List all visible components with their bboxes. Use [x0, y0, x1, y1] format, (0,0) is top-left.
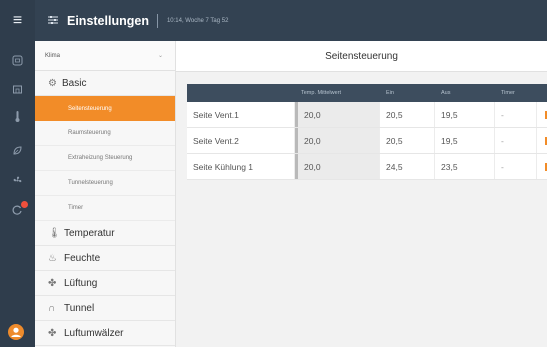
group-basic-label: Basic — [62, 77, 87, 89]
house-icon[interactable] — [0, 78, 35, 98]
table-row[interactable]: Seite Vent.1 20,0 20,5 19,5 - — [187, 102, 547, 128]
timer-cell[interactable]: - — [495, 102, 537, 127]
row-edge — [537, 102, 547, 127]
table-row[interactable]: Seite Kühlung 1 20,0 24,5 23,5 - — [187, 154, 547, 180]
row-edge — [537, 128, 547, 153]
main-panel: Seitensteuerung Temp. Mittelwert Ein Aus… — [176, 41, 547, 347]
chevron-down-icon: ⌄ — [157, 53, 163, 59]
category-label: Tunnel — [64, 302, 95, 314]
category-lueftung[interactable]: ✤ Lüftung — [35, 271, 175, 296]
humidity-icon: ♨ — [48, 252, 57, 264]
off-value-cell[interactable]: 23,5 — [435, 154, 495, 179]
sidebar-item-seitensteuerung[interactable]: Seitensteuerung — [35, 96, 175, 121]
row-name: Seite Vent.1 — [187, 102, 295, 127]
panel-header: Seitensteuerung — [176, 41, 547, 72]
category-label: Luftumwälzer — [64, 327, 124, 339]
gear-icon: ⚙ — [48, 77, 57, 89]
sidebar-item-label: Raumsteuerung — [68, 130, 111, 136]
timer-cell[interactable]: - — [495, 128, 537, 153]
row-edge — [537, 154, 547, 179]
timer-cell[interactable]: - — [495, 154, 537, 179]
alarm-badge — [21, 201, 28, 208]
category-feuchte[interactable]: ♨ Feuchte — [35, 246, 175, 271]
row-name: Seite Kühlung 1 — [187, 154, 295, 179]
thermometer-icon[interactable] — [0, 106, 35, 126]
category-label: Lüftung — [64, 277, 98, 289]
category-luftumwaelzer[interactable]: ✤ Luftumwälzer — [35, 321, 175, 346]
hamburger-menu-icon[interactable]: ≡ — [0, 0, 35, 41]
section-select[interactable]: Klima ⌄ — [35, 41, 175, 71]
off-value-cell[interactable]: 19,5 — [435, 128, 495, 153]
row-name: Seite Vent.2 — [187, 128, 295, 153]
column-header-off: Aus — [441, 90, 451, 96]
thermometer-icon: 🌡︎ — [48, 227, 61, 239]
table-header: Temp. Mittelwert Ein Aus Timer — [187, 84, 547, 102]
panel-title: Seitensteuerung — [325, 50, 398, 62]
side-control-table: Temp. Mittelwert Ein Aus Timer Seite Ven… — [187, 84, 547, 180]
category-temperatur[interactable]: 🌡︎ Temperatur — [35, 221, 175, 246]
tunnel-icon: ∩ — [48, 302, 56, 314]
user-avatar-icon[interactable] — [8, 324, 24, 340]
category-label: Temperatur — [64, 227, 115, 239]
sidebar-item-label: Timer — [68, 205, 84, 211]
sidebar-item-label: Seitensteuerung — [68, 105, 112, 112]
sidebar-item-raumsteuerung[interactable]: Raumsteuerung — [35, 121, 175, 146]
category-tunnel[interactable]: ∩ Tunnel — [35, 296, 175, 321]
column-header-timer: Timer — [501, 90, 515, 96]
column-header-name — [187, 84, 295, 102]
temp-mean-cell: 20,0 — [295, 128, 380, 153]
category-label: Feuchte — [64, 252, 101, 264]
off-value-cell[interactable]: 19,5 — [435, 102, 495, 127]
icon-rail: ≡ — [0, 0, 35, 347]
sidebar-item-label: Extraheizung Steuerung — [68, 155, 133, 161]
fan-icon: ✤ — [48, 277, 57, 289]
page-title: Einstellungen — [67, 13, 149, 28]
dashboard-icon[interactable] — [0, 50, 35, 70]
temp-mean-cell: 20,0 — [295, 102, 380, 127]
on-value-cell[interactable]: 20,5 — [380, 102, 435, 127]
fan-icon: ✤ — [48, 327, 57, 339]
on-value-cell[interactable]: 20,5 — [380, 128, 435, 153]
section-select-value: Klima — [45, 52, 61, 59]
sidebar-item-extraheizung[interactable]: Extraheizung Steuerung — [35, 146, 175, 171]
group-basic[interactable]: ⚙ Basic — [35, 71, 175, 96]
table-row[interactable]: Seite Vent.2 20,0 20,5 19,5 - — [187, 128, 547, 154]
sidebar-item-timer[interactable]: Timer — [35, 196, 175, 221]
page-subtitle: 10:14, Woche 7 Tag 52 — [166, 17, 229, 24]
alarm-icon[interactable] — [0, 200, 35, 220]
title-divider — [156, 13, 158, 28]
sidebar-item-tunnelsteuerung[interactable]: Tunnelsteuerung — [35, 171, 175, 196]
top-bar: Einstellungen 10:14, Woche 7 Tag 52 — [35, 0, 547, 41]
column-header-on: Ein — [386, 90, 394, 96]
temp-mean-cell: 20,0 — [295, 154, 380, 179]
settings-sliders-icon — [47, 12, 59, 30]
leaf-icon[interactable] — [0, 140, 35, 160]
settings-sidebar: Klima ⌄ ⚙ Basic Seitensteuerung Raumsteu… — [35, 41, 176, 347]
fan-icon[interactable] — [0, 170, 35, 190]
column-header-temp: Temp. Mittelwert — [301, 90, 342, 96]
on-value-cell[interactable]: 24,5 — [380, 154, 435, 179]
sidebar-item-label: Tunnelsteuerung — [68, 180, 113, 186]
